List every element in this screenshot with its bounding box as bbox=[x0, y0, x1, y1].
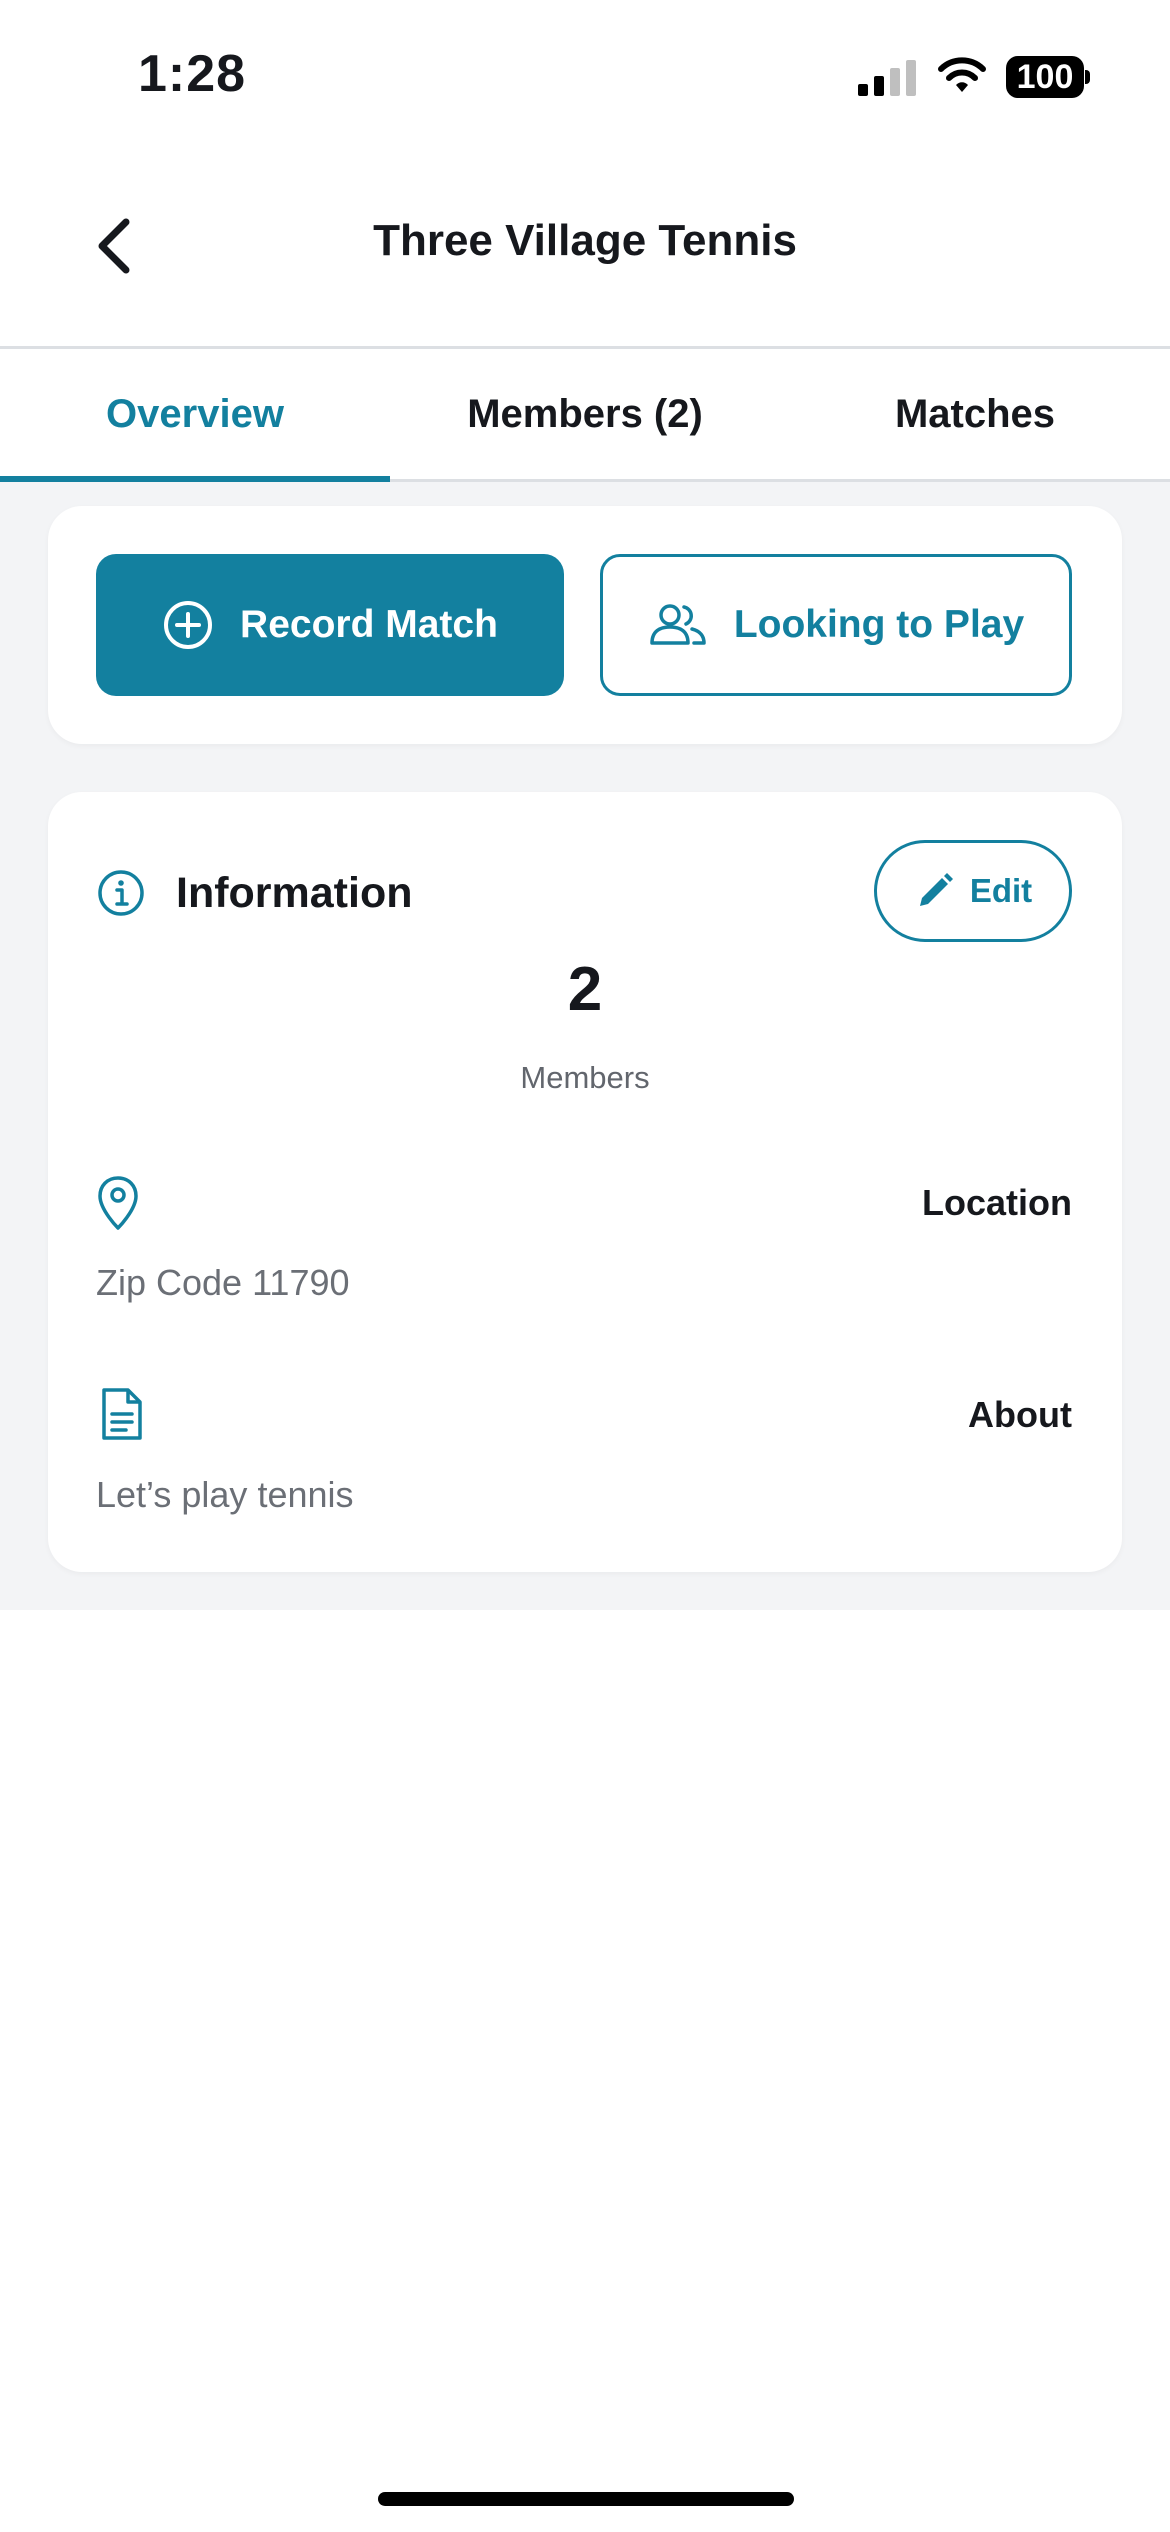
looking-to-play-label: Looking to Play bbox=[733, 603, 1025, 646]
pencil-icon bbox=[919, 873, 953, 906]
info-icon bbox=[98, 870, 144, 916]
location-pin-icon bbox=[98, 1176, 138, 1230]
battery-level: 100 bbox=[1016, 58, 1074, 96]
about-value: Let’s play tennis bbox=[96, 1474, 354, 1515]
member-count: 2 bbox=[567, 955, 603, 1024]
information-header: Information bbox=[96, 868, 412, 918]
battery-cap bbox=[1085, 70, 1090, 84]
status-bar: 1:28 100 bbox=[0, 0, 1170, 150]
header: Three Village Tennis bbox=[0, 150, 1170, 349]
tab-matches[interactable]: Matches bbox=[780, 349, 1170, 479]
page-title: Three Village Tennis bbox=[373, 216, 797, 265]
document-icon bbox=[102, 1388, 142, 1440]
users-icon bbox=[650, 604, 706, 645]
wifi-icon bbox=[938, 57, 986, 92]
tab-bar: Overview Members (2) Matches bbox=[0, 349, 1170, 482]
plus-circle-icon bbox=[164, 601, 213, 649]
record-match-button[interactable]: Record Match bbox=[96, 554, 564, 696]
record-match-label: Record Match bbox=[240, 603, 498, 646]
status-time: 1:28 bbox=[138, 45, 247, 103]
battery-icon: 100 bbox=[1006, 56, 1090, 98]
tab-members[interactable]: Members (2) bbox=[390, 349, 780, 479]
member-count-label: Members bbox=[520, 1060, 650, 1095]
content-background bbox=[0, 1610, 1170, 2532]
actions-card: Record Match Looking to Play bbox=[48, 506, 1122, 744]
information-card: Information Edit 2 Members Location Zip … bbox=[48, 792, 1122, 1572]
edit-button[interactable]: Edit bbox=[874, 840, 1072, 942]
edit-label: Edit bbox=[969, 872, 1033, 909]
about-heading: About bbox=[968, 1394, 1072, 1435]
tab-overview[interactable]: Overview bbox=[0, 349, 390, 482]
location-heading: Location bbox=[922, 1182, 1072, 1223]
location-value: Zip Code 11790 bbox=[96, 1262, 350, 1303]
looking-to-play-button[interactable]: Looking to Play bbox=[600, 554, 1072, 696]
signal-icon bbox=[858, 60, 916, 96]
home-indicator bbox=[378, 2492, 794, 2506]
information-title: Information bbox=[176, 868, 413, 917]
